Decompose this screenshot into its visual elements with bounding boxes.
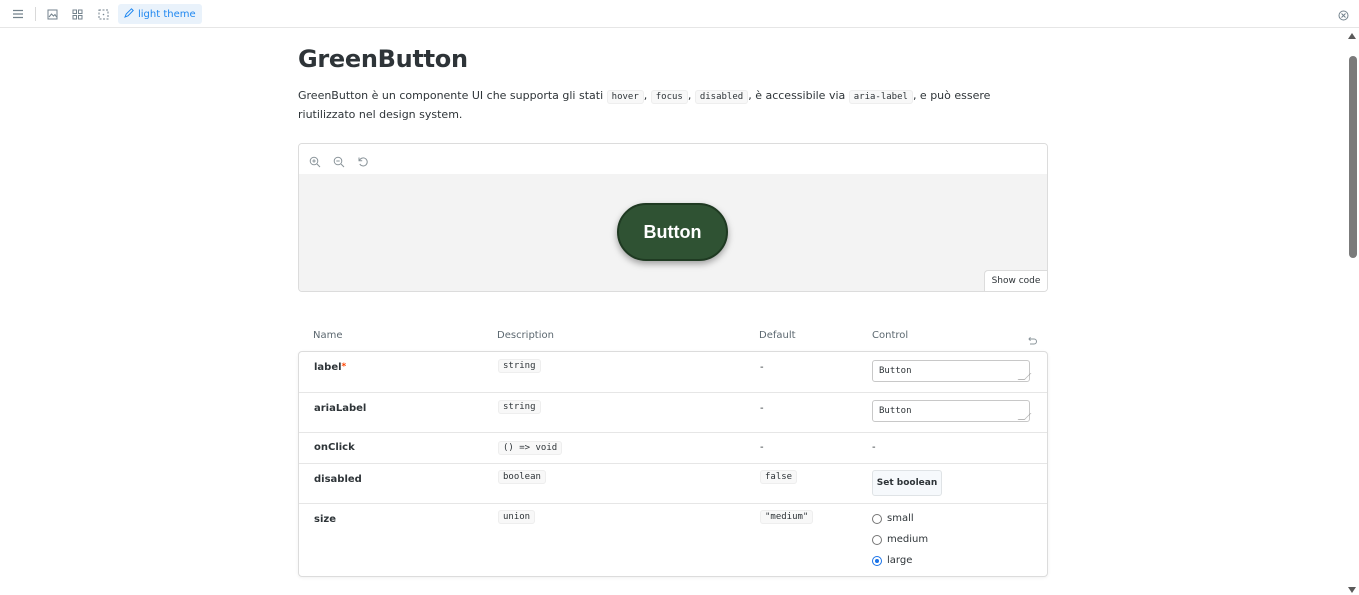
scroll-down-icon[interactable]: [1348, 587, 1356, 593]
prop-default: -: [760, 403, 764, 414]
radio-option-large[interactable]: large: [872, 550, 928, 571]
prop-name: disabled: [314, 474, 362, 485]
toolbar-divider: [35, 7, 36, 21]
radio-label: medium: [887, 534, 929, 545]
image-icon[interactable]: [43, 5, 61, 23]
radio-label: large: [887, 555, 913, 566]
reset-controls-icon[interactable]: [1027, 331, 1037, 345]
required-marker: *: [341, 362, 347, 372]
radio-button-checked[interactable]: [872, 555, 882, 566]
size-radio-group: small medium large: [872, 508, 928, 571]
prop-type: union: [498, 510, 536, 524]
page-title: GreenButton: [298, 45, 468, 73]
preview-panel: Button Show code: [298, 143, 1048, 292]
prop-name: label*: [314, 362, 346, 373]
show-code-button[interactable]: Show code: [984, 270, 1047, 291]
prop-default: -: [760, 442, 764, 453]
table-row: disabled boolean false Set boolean: [299, 463, 1047, 503]
prop-name: size: [314, 514, 336, 525]
close-icon[interactable]: [1334, 6, 1352, 24]
table-row: onClick () => void - -: [299, 432, 1047, 463]
code-disabled: disabled: [694, 90, 749, 104]
table-row: size union "medium" small medium large: [299, 503, 1047, 576]
label-textarea[interactable]: Button: [872, 360, 1032, 382]
grid-icon[interactable]: [68, 5, 86, 23]
component-description: GreenButton è un componente UI che suppo…: [298, 89, 991, 121]
frame-icon[interactable]: [94, 5, 112, 23]
code-focus: focus: [650, 90, 688, 104]
prop-type: string: [498, 359, 541, 373]
resize-handle-icon[interactable]: [1017, 413, 1032, 420]
toolbar: light theme: [0, 0, 1359, 28]
radio-button[interactable]: [872, 534, 882, 545]
zoom-in-icon[interactable]: [309, 153, 321, 168]
aria-label-textarea[interactable]: Button: [872, 400, 1032, 422]
radio-label: small: [887, 513, 914, 524]
radio-option-small[interactable]: small: [872, 508, 928, 529]
preview-toolbar: [299, 144, 1047, 175]
column-header-control: Control: [872, 330, 909, 341]
prop-default: "medium": [760, 510, 814, 524]
page-scrollbar[interactable]: [1345, 28, 1359, 595]
prop-control: -: [872, 442, 876, 453]
table-row: label* string - Button: [299, 352, 1047, 392]
table-row: ariaLabel string - Button: [299, 392, 1047, 432]
prop-name-label: label: [314, 362, 342, 373]
prop-type: string: [498, 400, 541, 414]
scroll-thumb[interactable]: [1349, 56, 1357, 258]
prop-type: () => void: [498, 441, 563, 455]
zoom-reset-icon[interactable]: [357, 153, 369, 167]
brush-icon: [124, 7, 134, 21]
radio-option-medium[interactable]: medium: [872, 529, 928, 550]
zoom-out-icon[interactable]: [333, 153, 345, 168]
code-aria-label: aria-label: [848, 90, 913, 104]
prop-name: ariaLabel: [314, 403, 367, 414]
column-header-default: Default: [759, 330, 796, 341]
prop-default: false: [760, 470, 798, 484]
prop-type: boolean: [498, 470, 546, 484]
menu-icon[interactable]: [9, 5, 27, 23]
code-hover: hover: [606, 90, 644, 104]
props-table: label* string - Button ariaLabel string …: [298, 351, 1048, 577]
radio-button[interactable]: [872, 513, 882, 524]
green-button[interactable]: Button: [617, 203, 728, 261]
preview-canvas: Button: [299, 174, 1047, 291]
set-boolean-button[interactable]: Set boolean: [872, 470, 942, 496]
theme-label: light theme: [138, 8, 196, 20]
resize-handle-icon[interactable]: [1017, 373, 1032, 380]
column-header-description: Description: [497, 330, 554, 341]
desc-text-2: , è accessibile via: [748, 89, 846, 102]
prop-default: -: [760, 362, 764, 373]
scroll-up-icon[interactable]: [1348, 33, 1356, 39]
desc-text-1: GreenButton è un componente UI che suppo…: [298, 89, 604, 102]
theme-toggle-button[interactable]: light theme: [118, 4, 202, 24]
textarea-value: Button: [879, 406, 912, 416]
column-header-name: Name: [313, 330, 343, 341]
textarea-value: Button: [879, 366, 912, 376]
prop-name: onClick: [314, 442, 355, 453]
